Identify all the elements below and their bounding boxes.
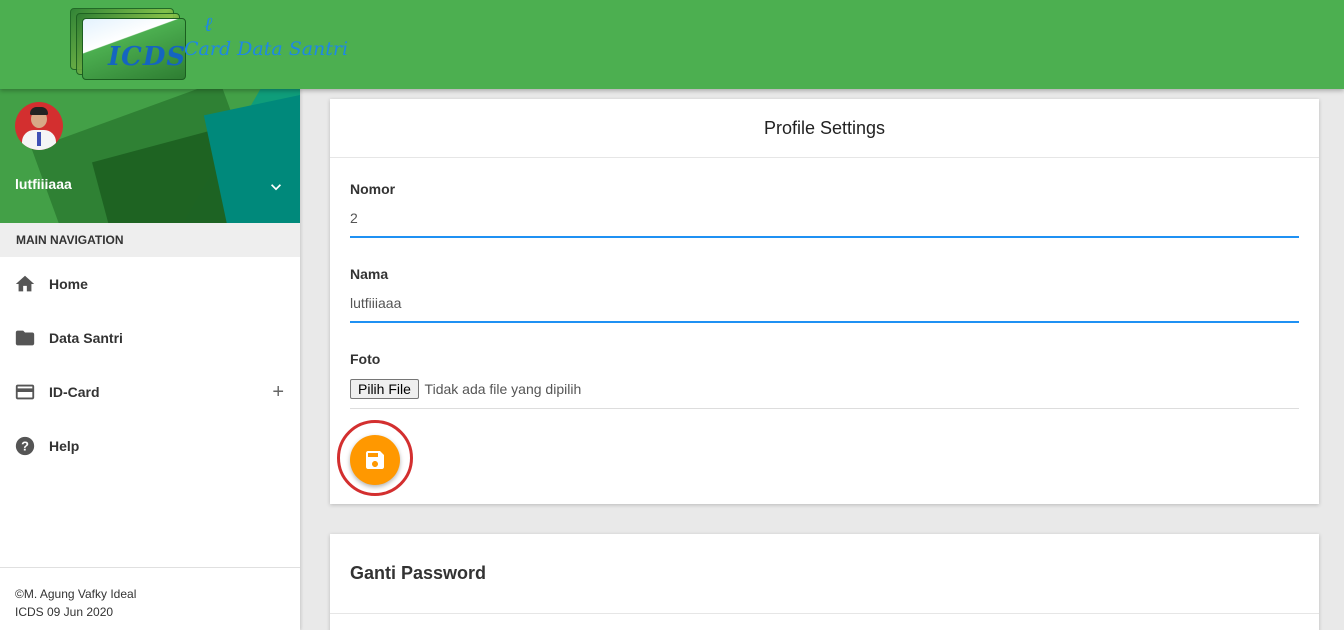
copyright-text: ©M. Agung Vafky Ideal [15,587,137,601]
choose-file-button[interactable]: Pilih File [350,379,419,399]
card-title: Profile Settings [330,99,1319,158]
nomor-field[interactable]: 2 [350,203,1299,238]
foto-file-input: Pilih File Tidak ada file yang dipilih [350,379,1299,409]
logo-ornament: ℓ [204,12,213,36]
folder-icon [14,327,36,349]
sidebar-item-label: Help [49,438,80,454]
home-icon [14,273,36,295]
chevron-down-icon[interactable] [266,177,286,197]
sidebar-footer: ©M. Agung Vafky Ideal ICDS 09 Jun 2020 [0,567,300,630]
footer-date: ICDS 09 Jun 2020 [15,605,114,619]
profile-settings-card: Profile Settings Nomor 2 Nama lutfiiiaaa… [330,99,1319,504]
sidebar-item-help[interactable]: ? Help [0,419,300,473]
logo-tagline: Card Data Santri [184,38,349,60]
top-bar: ICDS ℓ Card Data Santri [0,0,1344,89]
help-icon: ? [14,435,36,457]
avatar-tie [37,132,41,146]
svg-text:?: ? [21,439,29,454]
main-navigation-header: MAIN NAVIGATION [0,223,300,257]
username: lutfiiiaaa [15,176,72,192]
sidebar: lutfiiiaaa MAIN NAVIGATION Home Data San… [0,89,300,630]
foto-label: Foto [350,351,381,367]
floppy-disk-icon [366,451,384,469]
sidebar-item-home[interactable]: Home [0,257,300,311]
sidebar-item-label: ID-Card [49,384,100,400]
nomor-label: Nomor [350,181,396,197]
save-button[interactable] [350,435,400,485]
credit-card-icon [14,381,36,403]
app-logo[interactable]: ICDS ℓ Card Data Santri [66,8,349,82]
sidebar-item-label: Data Santri [49,330,123,346]
sidebar-item-label: Home [49,276,88,292]
file-status: Tidak ada file yang dipilih [424,381,582,397]
change-password-card: Ganti Password [330,534,1319,630]
sidebar-item-id-card[interactable]: ID-Card + [0,365,300,419]
avatar-hair [30,107,48,115]
nama-label: Nama [350,266,389,282]
logo-title: ICDS [108,42,187,72]
avatar[interactable] [15,102,63,150]
sidebar-item-data-santri[interactable]: Data Santri [0,311,300,365]
user-panel: lutfiiiaaa [0,89,300,223]
nama-field[interactable]: lutfiiiaaa [350,288,1299,323]
card-title: Ganti Password [330,534,1319,614]
expand-icon[interactable]: + [272,382,284,402]
